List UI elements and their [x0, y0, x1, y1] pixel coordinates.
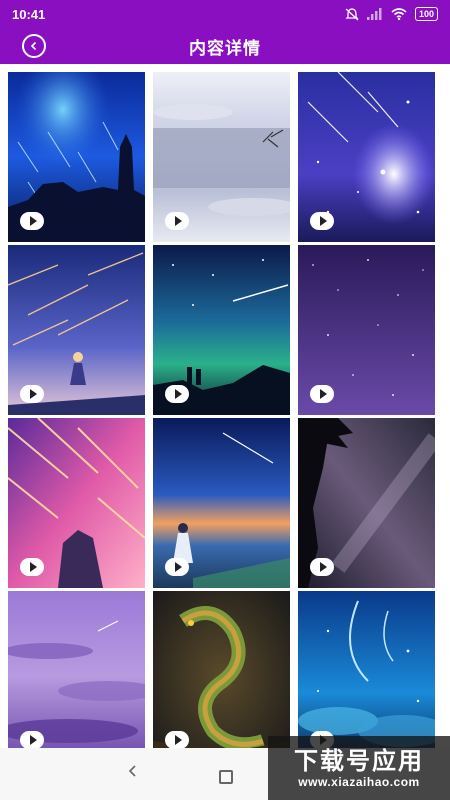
back-button[interactable] — [22, 34, 46, 58]
play-button[interactable] — [20, 212, 44, 230]
status-bar: 10:41 100 — [0, 0, 450, 28]
grid-tile[interactable] — [298, 418, 435, 588]
grid-tile[interactable] — [8, 591, 145, 761]
play-button[interactable] — [20, 731, 44, 749]
status-time: 10:41 — [12, 6, 46, 22]
play-button[interactable] — [165, 212, 189, 230]
play-icon — [29, 216, 37, 226]
signal-icon — [366, 8, 382, 20]
watermark: 下载号应用 www.xiazaihao.com — [268, 736, 450, 800]
watermark-url: www.xiazaihao.com — [298, 775, 420, 789]
page-title: 内容详情 — [189, 38, 261, 59]
play-icon — [319, 389, 327, 399]
play-button[interactable] — [20, 558, 44, 576]
grid-tile[interactable] — [298, 72, 435, 242]
grid-tile[interactable] — [8, 418, 145, 588]
play-button[interactable] — [165, 385, 189, 403]
play-icon — [29, 562, 37, 572]
watermark-title: 下载号应用 — [294, 747, 424, 775]
grid-tile[interactable] — [153, 418, 290, 588]
play-icon — [29, 389, 37, 399]
mute-icon — [345, 7, 359, 20]
play-button[interactable] — [165, 731, 189, 749]
nav-back-icon[interactable] — [126, 764, 140, 778]
play-icon — [174, 389, 182, 399]
status-icons: 100 — [345, 7, 438, 21]
play-button[interactable] — [20, 385, 44, 403]
grid-tile[interactable] — [8, 72, 145, 242]
grid-tile[interactable] — [298, 245, 435, 415]
play-button[interactable] — [310, 212, 334, 230]
play-icon — [174, 735, 182, 745]
nav-home-icon[interactable] — [219, 770, 233, 784]
play-icon — [319, 562, 327, 572]
grid-tile[interactable] — [8, 245, 145, 415]
image-grid — [8, 72, 436, 761]
play-icon — [174, 216, 182, 226]
battery-icon: 100 — [414, 7, 438, 21]
play-button[interactable] — [165, 558, 189, 576]
chevron-left-icon — [30, 41, 37, 51]
play-icon — [29, 735, 37, 745]
grid-tile[interactable] — [153, 72, 290, 242]
play-icon — [174, 562, 182, 572]
grid-tile[interactable] — [153, 245, 290, 415]
play-icon — [319, 216, 327, 226]
wifi-icon — [391, 8, 407, 20]
title-bar: 内容详情 — [0, 28, 450, 64]
play-button[interactable] — [310, 385, 334, 403]
play-button[interactable] — [310, 558, 334, 576]
